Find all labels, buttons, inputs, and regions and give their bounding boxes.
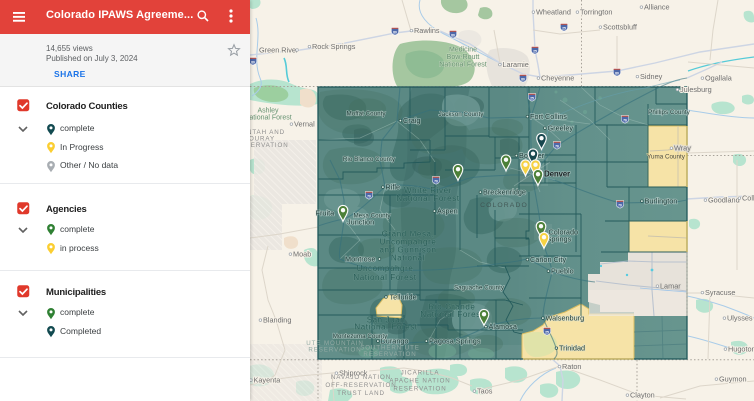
svg-text:Syracuse: Syracuse (705, 288, 735, 297)
svg-text:RESERVATION: RESERVATION (393, 386, 446, 393)
svg-text:Vernal: Vernal (294, 120, 315, 129)
svg-text:Rio Blanco County: Rio Blanco County (343, 156, 396, 163)
svg-text:80: 80 (521, 78, 525, 82)
svg-text:National Forest: National Forest (354, 323, 417, 332)
svg-text:RESERVATION: RESERVATION (363, 351, 416, 358)
svg-text:Scottsbluff: Scottsbluff (603, 23, 638, 32)
svg-text:Colby: Colby (742, 194, 754, 203)
svg-text:Goodland: Goodland (708, 196, 740, 205)
svg-text:Hugoton: Hugoton (728, 345, 754, 354)
svg-text:National Forest: National Forest (439, 62, 487, 69)
svg-text:25: 25 (562, 27, 566, 31)
svg-text:Saguache County: Saguache County (454, 285, 505, 292)
svg-text:Wray: Wray (674, 144, 691, 153)
svg-text:Ulysses: Ulysses (727, 314, 753, 323)
svg-text:Guymon: Guymon (719, 375, 747, 384)
svg-text:Moab: Moab (293, 250, 311, 259)
svg-text:80: 80 (251, 61, 255, 65)
svg-text:Denver: Denver (544, 170, 570, 179)
svg-text:Mesa County: Mesa County (353, 213, 391, 220)
svg-text:Alamosa: Alamosa (489, 322, 518, 331)
svg-text:APACHE NATION: APACHE NATION (389, 378, 450, 385)
svg-text:Medicine: Medicine (449, 47, 477, 54)
svg-text:NAVAJO NATION: NAVAJO NATION (331, 374, 391, 381)
svg-text:Telluride: Telluride (390, 293, 417, 302)
svg-text:Kayenta: Kayenta (254, 376, 282, 385)
svg-text:National: National (391, 254, 425, 263)
svg-text:National Forest: National Forest (250, 115, 292, 122)
svg-text:25: 25 (533, 50, 537, 54)
svg-text:Ogallala: Ogallala (705, 74, 733, 83)
svg-text:Rifle: Rifle (386, 183, 401, 192)
svg-text:Moffat County: Moffat County (346, 111, 386, 118)
svg-text:Green River: Green River (259, 46, 299, 55)
svg-text:Craig: Craig (403, 116, 420, 125)
svg-text:Lamar: Lamar (660, 282, 681, 291)
svg-text:Pagosa Springs: Pagosa Springs (429, 337, 481, 346)
svg-text:Fort Collins: Fort Collins (530, 112, 567, 121)
svg-text:80: 80 (615, 72, 619, 76)
svg-text:Aspen: Aspen (437, 207, 458, 216)
svg-text:Pueblo: Pueblo (551, 267, 574, 276)
svg-text:COLORADO: COLORADO (480, 202, 528, 209)
svg-text:Phillips County: Phillips County (648, 109, 691, 116)
svg-text:Fruita: Fruita (316, 209, 336, 218)
svg-text:Clayton: Clayton (630, 391, 655, 400)
svg-text:JICARILLA: JICARILLA (401, 370, 440, 377)
svg-text:Burlington: Burlington (645, 197, 678, 206)
svg-text:76: 76 (555, 145, 559, 149)
svg-text:Julesburg: Julesburg (680, 85, 712, 94)
svg-text:Alliance: Alliance (644, 3, 670, 12)
svg-text:Breckenridge: Breckenridge (483, 188, 526, 197)
svg-text:80: 80 (393, 31, 397, 35)
svg-text:70: 70 (618, 204, 622, 208)
svg-text:Greeley: Greeley (548, 124, 574, 133)
svg-text:TRUST LAND: TRUST LAND (337, 390, 385, 397)
svg-text:RESERVATION: RESERVATION (308, 347, 361, 354)
svg-text:Uncompahgre: Uncompahgre (357, 264, 414, 273)
svg-text:70: 70 (367, 195, 371, 199)
svg-text:Rawlins: Rawlins (414, 26, 440, 35)
svg-text:National Forest: National Forest (396, 194, 459, 203)
svg-text:80: 80 (451, 34, 455, 38)
svg-text:Yuma County: Yuma County (647, 154, 686, 161)
svg-text:Cheyenne: Cheyenne (541, 74, 574, 83)
svg-text:Laramie: Laramie (503, 60, 529, 69)
svg-text:OFF-RESERVATION: OFF-RESERVATION (325, 382, 396, 389)
svg-text:Jackson County: Jackson County (439, 111, 485, 118)
svg-text:Springs: Springs (547, 235, 572, 244)
svg-text:76: 76 (623, 119, 627, 123)
svg-text:Walsenburg: Walsenburg (546, 314, 585, 323)
svg-text:Cañon City: Cañon City (530, 255, 566, 264)
svg-text:Blanding: Blanding (263, 316, 291, 325)
svg-text:Rock Springs: Rock Springs (312, 42, 356, 51)
svg-text:National Forest: National Forest (420, 310, 483, 319)
svg-text:Montezuma County: Montezuma County (333, 333, 388, 340)
svg-text:RESERVATION: RESERVATION (250, 142, 289, 149)
svg-text:25: 25 (545, 331, 549, 335)
svg-text:Taos: Taos (477, 387, 493, 396)
svg-text:Torrington: Torrington (580, 8, 612, 17)
svg-text:Ashley: Ashley (257, 108, 279, 115)
svg-text:25: 25 (530, 97, 534, 101)
svg-text:Montrose: Montrose (345, 255, 375, 264)
svg-text:Raton: Raton (562, 362, 581, 371)
svg-text:Trinidad: Trinidad (559, 344, 585, 353)
svg-text:Sidney: Sidney (640, 72, 663, 81)
svg-text:National Forest: National Forest (353, 273, 416, 282)
svg-text:Wheatland: Wheatland (536, 8, 571, 17)
svg-text:Bow-Routt: Bow-Routt (447, 54, 480, 61)
svg-text:70: 70 (434, 180, 438, 184)
